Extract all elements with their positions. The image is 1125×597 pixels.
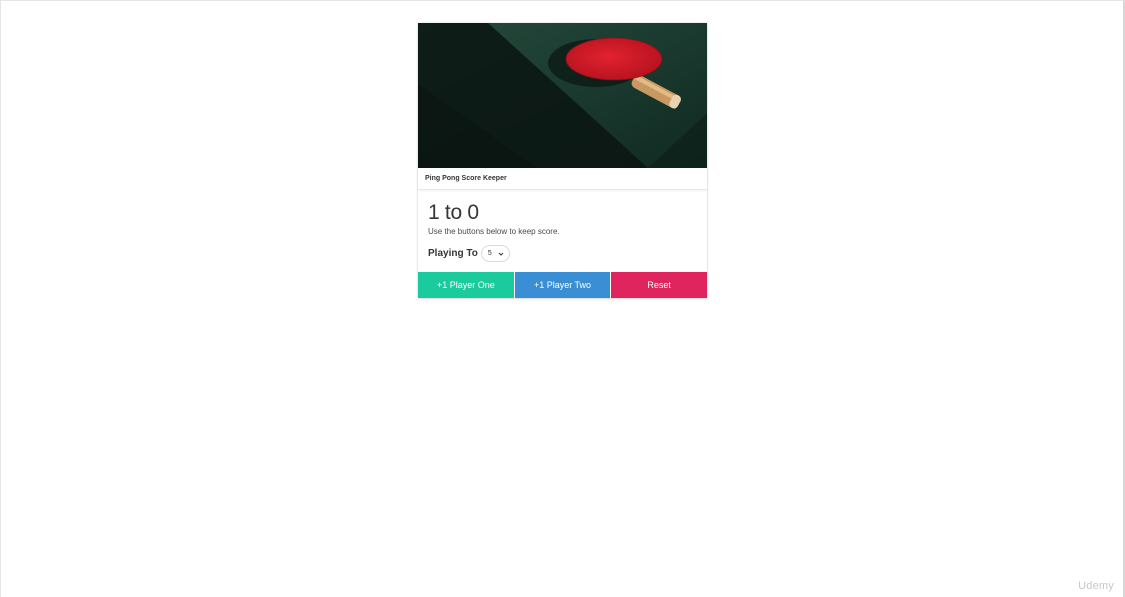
reset-button[interactable]: Reset: [610, 272, 708, 298]
playing-to-label: Playing To: [428, 248, 478, 259]
playing-to-select[interactable]: 5: [480, 245, 510, 262]
card-header: Ping Pong Score Keeper: [418, 168, 707, 190]
score-keeper-card: Ping Pong Score Keeper 1 to 0 Use the bu…: [418, 23, 708, 298]
udemy-watermark: Udemy: [1078, 580, 1114, 592]
card-title: Ping Pong Score Keeper: [425, 175, 507, 182]
ping-pong-image: [418, 23, 707, 168]
playing-to-selected-value: 5: [487, 250, 492, 257]
chevron-down-icon: [498, 252, 504, 256]
instructions-text: Use the buttons below to keep score.: [428, 227, 560, 236]
player-one-button[interactable]: +1 Player One: [418, 272, 514, 298]
score-display: 1 to 0: [428, 201, 479, 224]
card-footer: +1 Player One +1 Player Two Reset: [418, 272, 708, 298]
card-content: 1 to 0 Use the buttons below to keep sco…: [418, 190, 707, 272]
browser-viewport: Ping Pong Score Keeper 1 to 0 Use the bu…: [0, 0, 1125, 597]
player-two-button[interactable]: +1 Player Two: [513, 272, 611, 298]
playing-to-row: Playing To 5: [428, 245, 697, 262]
